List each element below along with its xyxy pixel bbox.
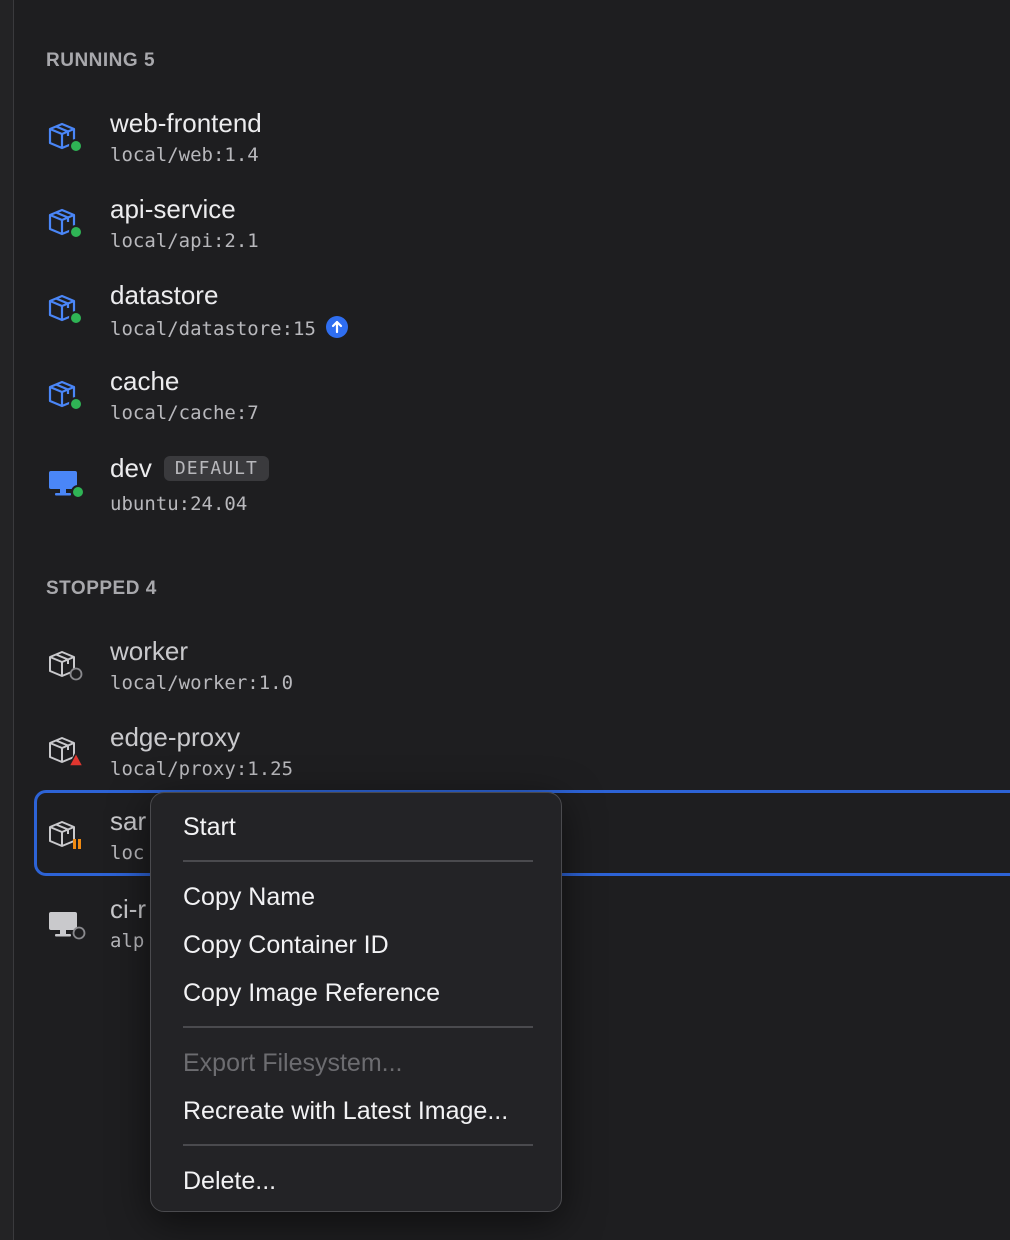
container-image: loc [110, 842, 145, 864]
menu-item-start[interactable]: Start [183, 813, 236, 842]
container-image: local/datastore:15 [110, 318, 316, 340]
container-row-api-service[interactable]: api-service local/api:2.1 [34, 184, 1010, 268]
container-row-cache[interactable]: cache local/cache:7 [34, 356, 1010, 440]
machine-row-dev[interactable]: dev DEFAULT ubuntu:24.04 [34, 443, 1010, 527]
context-menu: Start Copy Name Copy Container ID Copy I… [150, 792, 562, 1212]
container-row-worker[interactable]: worker local/worker:1.0 [34, 626, 1010, 710]
update-available-icon[interactable] [325, 316, 348, 338]
machine-icon [46, 906, 86, 946]
stopped-section-header: STOPPED 4 [46, 578, 157, 599]
container-name: api-service [110, 194, 236, 224]
menu-item-recreate-latest-image[interactable]: Recreate with Latest Image... [183, 1097, 508, 1126]
default-badge: DEFAULT [163, 456, 269, 481]
container-row-edge-proxy[interactable]: edge-proxy local/proxy:1.25 [34, 712, 1010, 796]
container-row-datastore[interactable]: datastore local/datastore:15 [34, 270, 1010, 354]
container-name: web-frontend [110, 108, 262, 138]
container-icon [46, 206, 86, 246]
menu-item-copy-image-reference[interactable]: Copy Image Reference [183, 979, 440, 1008]
container-icon [46, 120, 86, 160]
machine-name-line: dev DEFAULT [110, 453, 269, 484]
container-image: local/proxy:1.25 [110, 758, 294, 780]
container-image: local/worker:1.0 [110, 672, 294, 694]
menu-item-export-filesystem: Export Filesystem... [183, 1049, 403, 1077]
menu-item-delete[interactable]: Delete... [183, 1167, 276, 1196]
container-name: worker [110, 636, 189, 666]
container-icon [46, 292, 86, 332]
menu-item-copy-container-id[interactable]: Copy Container ID [183, 931, 389, 960]
container-image: local/cache:7 [110, 402, 259, 424]
sidebar-edge [0, 0, 14, 1240]
menu-separator [183, 1144, 533, 1146]
running-section-header: RUNNING 5 [46, 50, 156, 71]
container-icon [46, 818, 86, 858]
menu-item-copy-name[interactable]: Copy Name [183, 883, 315, 912]
container-icon [46, 378, 86, 418]
machine-image: alp [110, 930, 145, 952]
container-icon [46, 734, 86, 774]
container-image: local/web:1.4 [110, 144, 259, 166]
container-name: sar [110, 806, 147, 836]
container-icon [46, 648, 86, 688]
machine-name: dev [110, 453, 152, 483]
machine-image: ubuntu:24.04 [110, 493, 248, 515]
container-name: datastore [110, 280, 219, 310]
machine-icon [46, 465, 86, 505]
container-row-web-frontend[interactable]: web-frontend local/web:1.4 [34, 98, 1010, 182]
menu-separator [183, 1026, 533, 1028]
container-name: cache [110, 366, 180, 396]
container-image-line: local/datastore:15 [110, 316, 348, 340]
container-name: edge-proxy [110, 722, 241, 752]
container-image: local/api:2.1 [110, 230, 259, 252]
machine-name: ci-r [110, 894, 147, 924]
menu-separator [183, 860, 533, 862]
